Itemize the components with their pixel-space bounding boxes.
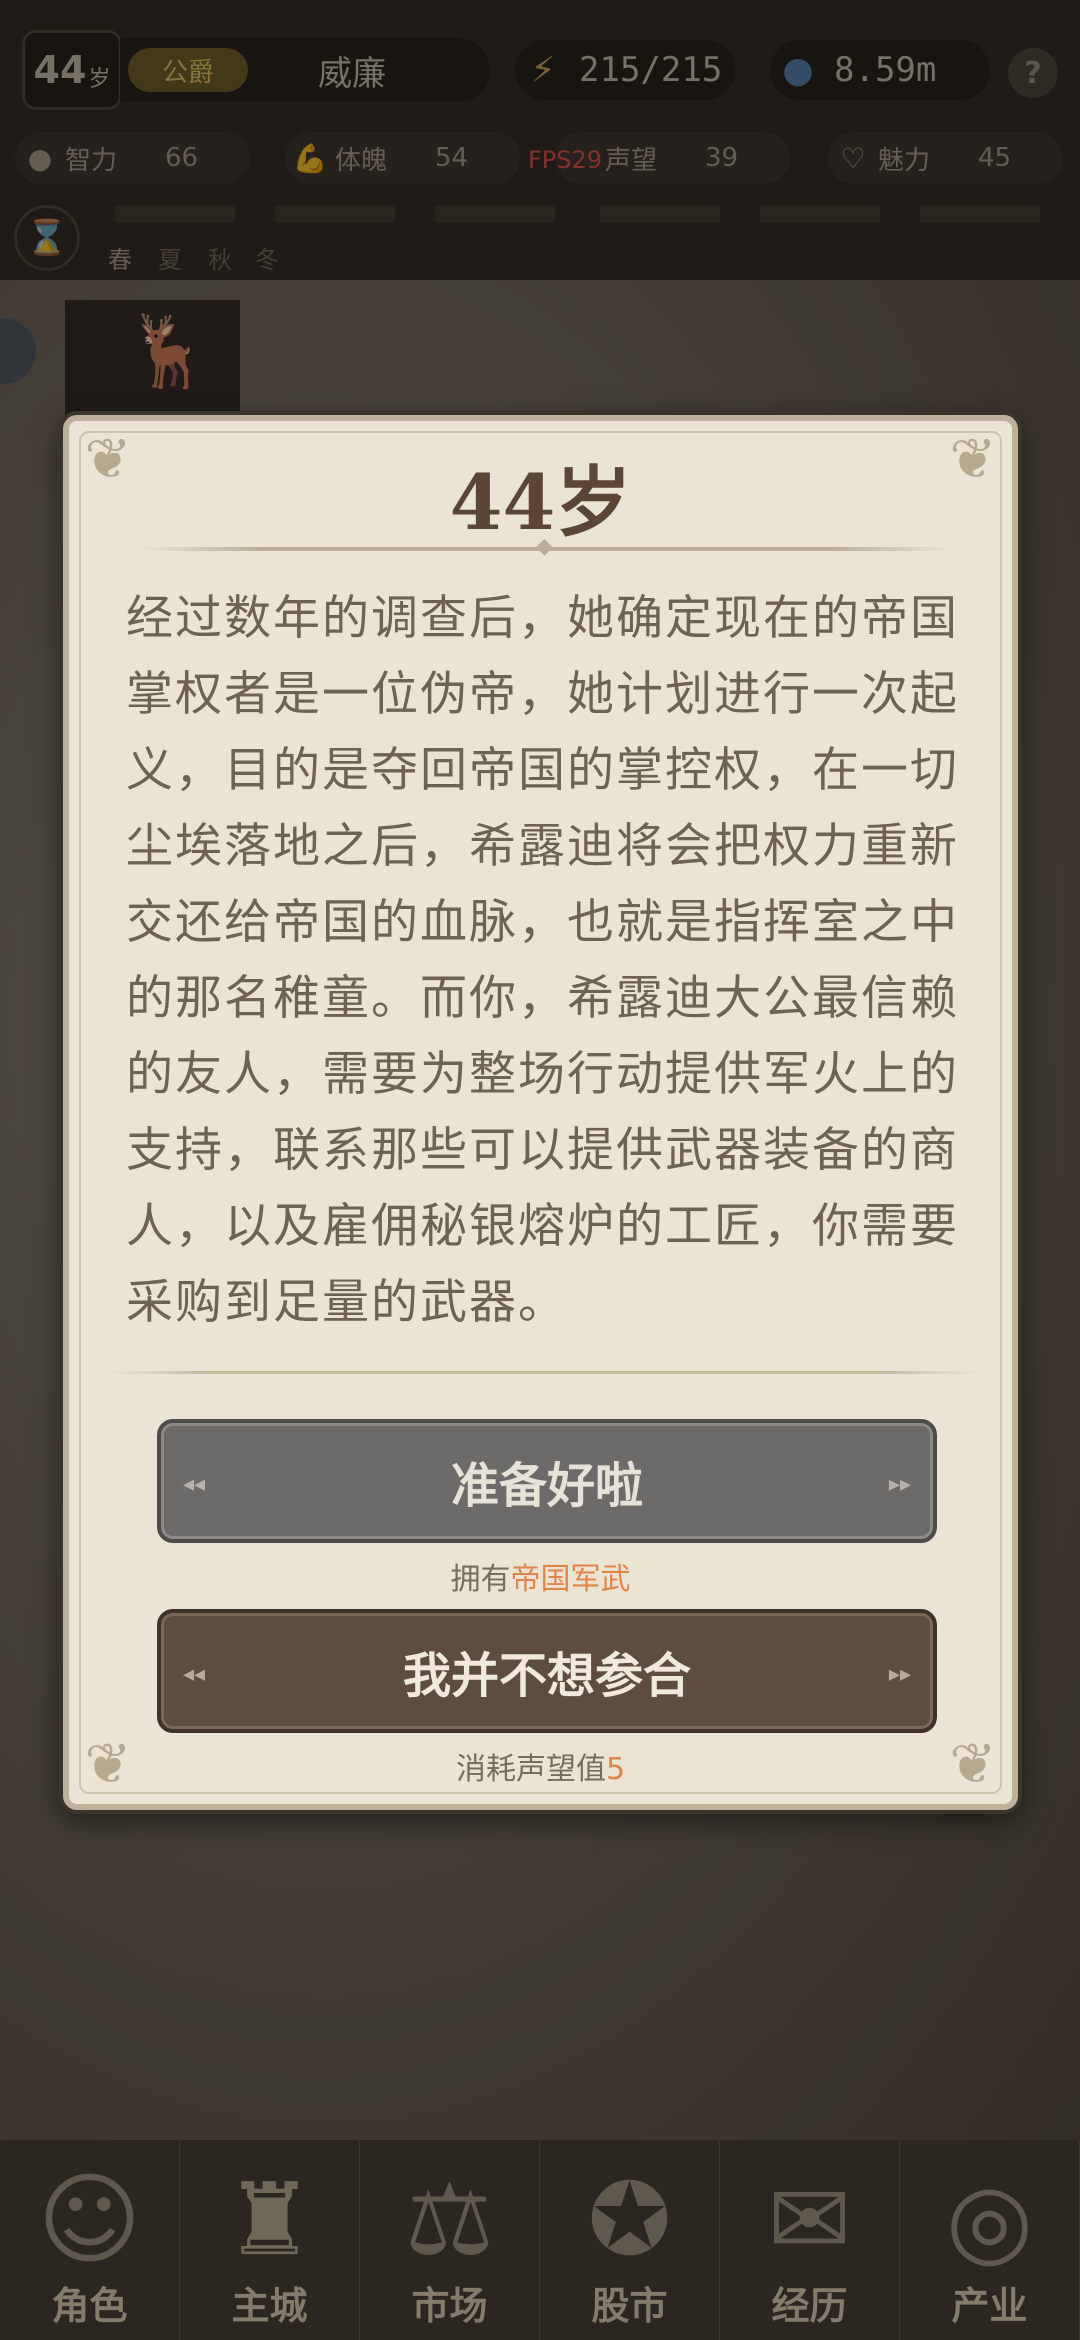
ornament-icon: ◂◂ xyxy=(183,1661,206,1687)
scroll-icon: ✉ xyxy=(767,2161,852,2278)
nav-stock-market[interactable]: ✪ 股市 xyxy=(540,2140,720,2340)
scales-icon: ⚖ xyxy=(404,2161,495,2278)
nav-market[interactable]: ⚖ 市场 xyxy=(360,2140,540,2340)
nav-label: 角色 xyxy=(51,2284,128,2328)
ornament-icon: ◂◂ xyxy=(183,1471,206,1497)
nav-label: 产业 xyxy=(951,2284,1028,2328)
stock-icon: ✪ xyxy=(587,2161,672,2278)
bottom-navigation: ☺ 角色 ♜ 主城 ⚖ 市场 ✪ 股市 ✉ 经历 ◎ 产业 xyxy=(0,2140,1080,2340)
option-decline-cost: 消耗声望值5 xyxy=(69,1744,1012,1788)
nav-character[interactable]: ☺ 角色 xyxy=(0,2140,180,2340)
nav-main-city[interactable]: ♜ 主城 xyxy=(180,2140,360,2340)
nav-label: 股市 xyxy=(591,2284,668,2328)
nav-label: 经历 xyxy=(771,2284,848,2328)
event-dialog: ❦ ❦ ❦ ❦ 44岁 经过数年的调查后，她确定现在的帝国掌权者是一位伪帝，她计… xyxy=(63,415,1018,1810)
cost-value: 5 xyxy=(605,1752,626,1787)
story-text: 经过数年的调查后，她确定现在的帝国掌权者是一位伪帝，她计划进行一次起义，目的是夺… xyxy=(126,591,959,1330)
coins-icon: ◎ xyxy=(945,2161,1034,2278)
castle-icon: ♜ xyxy=(224,2161,315,2278)
option-decline-label: 我并不想参合 xyxy=(402,1648,691,1704)
character-icon: ☺ xyxy=(37,2161,142,2278)
nav-history[interactable]: ✉ 经历 xyxy=(720,2140,900,2340)
option-ready-label: 准备好啦 xyxy=(450,1458,643,1514)
option-ready-requirement: 拥有帝国军武 xyxy=(69,1554,1012,1598)
story-divider xyxy=(109,1371,979,1374)
nav-industry[interactable]: ◎ 产业 xyxy=(900,2140,1080,2340)
option-decline-button[interactable]: ◂◂ 我并不想参合 ▸▸ xyxy=(157,1609,937,1733)
cost-prefix: 消耗声望值 xyxy=(455,1752,606,1787)
requirement-item: 帝国军武 xyxy=(510,1562,631,1597)
option-ready-button[interactable]: ◂◂ 准备好啦 ▸▸ xyxy=(157,1419,937,1543)
ornament-icon: ▸▸ xyxy=(888,1471,911,1497)
requirement-prefix: 拥有 xyxy=(450,1562,511,1597)
title-divider xyxy=(139,534,954,559)
nav-label: 市场 xyxy=(411,2284,488,2328)
ornament-icon: ▸▸ xyxy=(888,1661,911,1687)
nav-label: 主城 xyxy=(231,2284,308,2328)
